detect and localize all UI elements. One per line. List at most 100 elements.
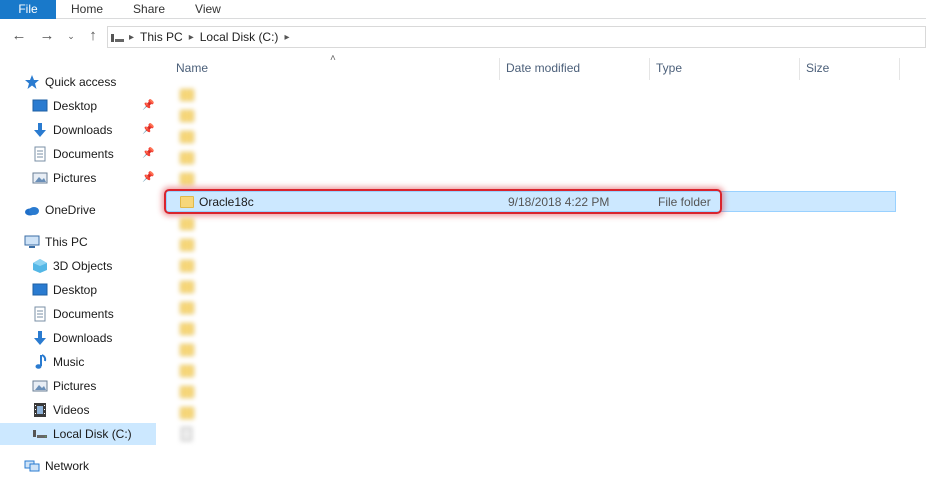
list-item[interactable] [170, 256, 900, 277]
pictures-icon [32, 378, 48, 394]
sidebar-item-network[interactable]: Network [24, 455, 89, 477]
sidebar-item-videos[interactable]: Videos [32, 399, 89, 421]
pin-icon[interactable]: 📌 [142, 95, 154, 117]
folder-icon [180, 239, 194, 251]
column-header-type[interactable]: Type [648, 53, 798, 83]
sidebar-item-this-pc[interactable]: This PC [24, 231, 88, 253]
sidebar-item-onedrive[interactable]: OneDrive [24, 199, 96, 221]
sidebar-item-label: Network [45, 459, 90, 473]
sidebar-item-pictures[interactable]: Pictures 📌 [32, 167, 158, 189]
sidebar-item-label: Videos [53, 403, 90, 417]
list-item[interactable] [170, 403, 900, 424]
tab-home[interactable]: Home [56, 0, 118, 19]
folder-icon [180, 110, 194, 122]
list-item-selected[interactable]: Oracle18c 9/18/2018 4:22 PM File folder [166, 191, 896, 212]
sidebar-item-label: Desktop [53, 283, 98, 297]
breadcrumb-chevron-icon[interactable]: ▸ [284, 32, 289, 43]
sidebar-item-label: OneDrive [45, 203, 96, 217]
local-disk-icon [32, 426, 48, 442]
file-name: Oracle18c [199, 195, 254, 209]
list-item[interactable] [170, 361, 900, 382]
recent-locations-chevron-icon[interactable]: ⌄ [62, 27, 80, 45]
sidebar-item-music[interactable]: Music [32, 351, 84, 373]
sidebar-item-label: Local Disk (C:) [53, 427, 132, 441]
breadcrumb-chevron-icon[interactable]: ▸ [129, 32, 134, 43]
desktop-icon [32, 282, 48, 298]
folder-icon [180, 281, 194, 293]
sidebar-item-label: Downloads [53, 123, 113, 137]
downloads-icon [32, 122, 48, 138]
list-item[interactable] [170, 319, 900, 340]
file-icon [181, 427, 192, 441]
sidebar-item-label: This PC [45, 235, 88, 249]
sidebar-item-label: Quick access [45, 75, 117, 89]
file-date: 9/18/2018 4:22 PM [508, 195, 610, 209]
list-item[interactable] [170, 235, 900, 256]
folder-icon [180, 152, 194, 164]
sidebar-item-3d-objects[interactable]: 3D Objects [32, 255, 112, 277]
breadcrumb-this-pc[interactable]: This PC [140, 30, 183, 44]
list-item[interactable] [170, 424, 900, 445]
column-header-date[interactable]: Date modified [498, 53, 648, 83]
sidebar-item-documents[interactable]: Documents 📌 [32, 143, 158, 165]
up-arrow-icon[interactable]: ↑ [84, 27, 102, 45]
list-item[interactable] [170, 340, 900, 361]
list-item[interactable] [170, 106, 900, 127]
folder-icon [180, 89, 194, 101]
tab-file[interactable]: File [0, 0, 56, 19]
3d-objects-icon [32, 258, 48, 274]
ribbon-tabs: File Home Share View [0, 0, 926, 19]
back-arrow-icon[interactable]: ← [10, 27, 28, 45]
star-icon [24, 74, 40, 90]
documents-icon [32, 306, 48, 322]
sidebar-item-desktop[interactable]: Desktop [32, 279, 97, 301]
sidebar-item-label: Downloads [53, 331, 113, 345]
tab-view[interactable]: View [180, 0, 236, 19]
music-icon [32, 354, 48, 370]
sidebar-item-documents[interactable]: Documents [32, 303, 114, 325]
desktop-icon [32, 98, 48, 114]
file-type: File folder [658, 195, 711, 209]
tab-share[interactable]: Share [118, 0, 180, 19]
list-item[interactable] [170, 169, 900, 190]
forward-arrow-icon[interactable]: → [38, 27, 56, 45]
column-header-name[interactable]: Name [168, 53, 498, 83]
folder-icon [180, 365, 194, 377]
folder-icon [180, 407, 194, 419]
list-item[interactable] [170, 148, 900, 169]
sidebar-item-pictures[interactable]: Pictures [32, 375, 96, 397]
sidebar-item-label: Pictures [53, 171, 97, 185]
folder-icon [180, 386, 194, 398]
folder-icon [180, 196, 194, 208]
sidebar-item-quick-access[interactable]: Quick access [24, 71, 116, 93]
list-item[interactable] [170, 298, 900, 319]
folder-icon [180, 218, 194, 230]
navigation-pane: Quick access Desktop 📌 Downloads 📌 Docum… [0, 53, 158, 480]
sidebar-item-downloads[interactable]: Downloads [32, 327, 112, 349]
sidebar-item-label: 3D Objects [53, 259, 113, 273]
pin-icon[interactable]: 📌 [142, 167, 154, 189]
file-list: Oracle18c 9/18/2018 4:22 PM File folder [158, 83, 926, 480]
pin-icon[interactable]: 📌 [142, 143, 154, 165]
sidebar-item-local-disk[interactable]: Local Disk (C:) [0, 423, 156, 445]
list-item[interactable] [170, 214, 900, 235]
list-item[interactable] [170, 127, 900, 148]
sidebar-item-desktop[interactable]: Desktop 📌 [32, 95, 158, 117]
list-item[interactable] [170, 382, 900, 403]
column-divider[interactable] [899, 58, 900, 80]
sidebar-item-label: Documents [53, 147, 114, 161]
folder-icon [180, 260, 194, 272]
breadcrumb-local-disk[interactable]: Local Disk (C:) [200, 30, 279, 44]
column-header-size[interactable]: Size [798, 53, 898, 83]
sidebar-item-downloads[interactable]: Downloads 📌 [32, 119, 158, 141]
list-item[interactable] [170, 85, 900, 106]
pin-icon[interactable]: 📌 [142, 119, 154, 141]
cloud-icon [24, 202, 40, 218]
list-item[interactable] [170, 277, 900, 298]
breadcrumb-chevron-icon[interactable]: ▸ [189, 32, 194, 43]
folder-icon [180, 302, 194, 314]
address-bar[interactable]: ▸ This PC ▸ Local Disk (C:) ▸ [107, 26, 926, 48]
folder-icon [180, 131, 194, 143]
network-icon [24, 458, 40, 474]
pictures-icon [32, 170, 48, 186]
